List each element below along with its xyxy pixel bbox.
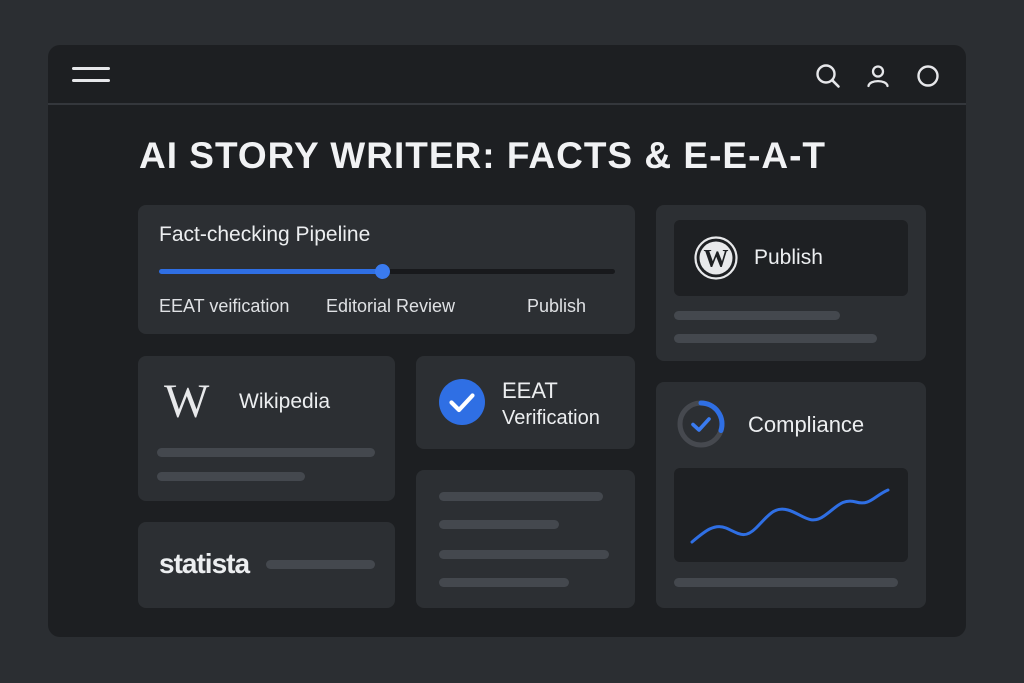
publish-card: W Publish: [656, 205, 926, 361]
wikipedia-icon: W: [164, 375, 209, 428]
content-card: [416, 470, 635, 608]
progress-check-icon: [677, 400, 725, 448]
wordpress-icon: W: [694, 236, 738, 280]
placeholder-line: [157, 448, 375, 457]
check-circle-icon: [439, 379, 485, 425]
compliance-card: Compliance: [656, 382, 926, 608]
hamburger-menu-icon[interactable]: [72, 65, 112, 85]
compliance-trend-line: [690, 488, 890, 544]
top-bar: [48, 45, 966, 105]
placeholder-line: [266, 560, 375, 569]
wikipedia-card[interactable]: W Wikipedia: [138, 356, 395, 501]
placeholder-line: [674, 578, 898, 587]
step-eeat-verification[interactable]: EEAT veification: [159, 296, 289, 317]
placeholder-line: [157, 472, 305, 481]
statista-logo: statista: [159, 548, 250, 579]
step-editorial-review[interactable]: Editorial Review: [326, 296, 455, 317]
search-icon[interactable]: [815, 63, 841, 89]
step-publish[interactable]: Publish: [527, 296, 586, 317]
statista-card[interactable]: statista: [138, 522, 395, 608]
compliance-label: Compliance: [748, 412, 865, 437]
placeholder-line: [439, 578, 569, 587]
publish-button[interactable]: W Publish: [674, 220, 908, 296]
eeat-subtitle: Verification: [502, 407, 600, 429]
app-window: AI STORY WRITER: FACTS & E-E-A-T Fact-ch…: [48, 45, 966, 637]
placeholder-line: [439, 492, 603, 501]
eeat-title: EEAT: [502, 378, 558, 403]
placeholder-line: [674, 334, 877, 343]
placeholder-line: [439, 520, 559, 529]
user-icon[interactable]: [865, 63, 891, 89]
publish-label: Publish: [754, 246, 823, 269]
placeholder-line: [439, 550, 609, 559]
svg-text:W: W: [704, 246, 729, 273]
eeat-verification-card[interactable]: EEAT Verification: [416, 356, 635, 449]
placeholder-line: [674, 311, 840, 320]
circle-icon[interactable]: [915, 63, 941, 89]
pipeline-card: Fact-checking Pipeline EEAT veification …: [138, 205, 635, 334]
pipeline-progress-fill: [159, 269, 383, 274]
page-title: AI STORY WRITER: FACTS & E-E-A-T: [139, 135, 827, 176]
compliance-chart: [674, 468, 908, 562]
pipeline-progress-handle[interactable]: [375, 264, 391, 279]
pipeline-title: Fact-checking Pipeline: [159, 223, 371, 246]
wikipedia-label: Wikipedia: [239, 390, 331, 413]
pipeline-progress-track: [159, 264, 615, 279]
